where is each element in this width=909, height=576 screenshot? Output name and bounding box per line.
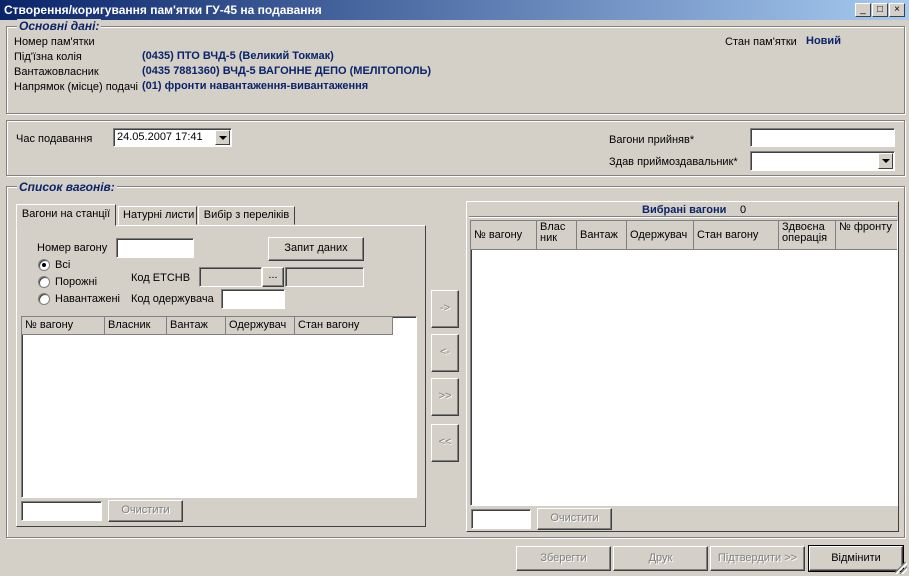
grid-header: № вагону Влас ник Вантаж Одержувач Стан … [471, 221, 897, 250]
column-header[interactable]: Одержувач [627, 221, 694, 249]
etsnv-browse-button[interactable]: ... [262, 267, 284, 287]
accepted-label: Вагони прийняв* [609, 134, 695, 146]
column-header[interactable]: Одержувач [226, 317, 295, 334]
confirm-button[interactable]: Підтвердити >> [710, 546, 805, 571]
receiver-code-label: Код одержувача [131, 293, 214, 305]
memo-status-value: Новий [806, 35, 841, 47]
selected-wagons-grid[interactable]: № вагону Влас ник Вантаж Одержувач Стан … [470, 220, 898, 506]
column-header[interactable]: Власник [105, 317, 167, 334]
receiver-code-input[interactable] [221, 289, 285, 309]
chevron-down-icon[interactable] [878, 153, 893, 169]
radio-empty[interactable] [38, 276, 50, 288]
etsnv-label: Код ЕТСНВ [131, 272, 191, 284]
basic-data-legend: Основні дані: [17, 19, 102, 33]
radio-loaded[interactable] [38, 293, 50, 305]
wagon-number-label: Номер вагону [37, 242, 108, 254]
radio-all[interactable] [38, 259, 50, 271]
title-bar: Створення/коригування пам'ятки ГУ-45 на … [0, 0, 909, 20]
station-wagons-grid[interactable]: № вагону Власник Вантаж Одержувач Стан в… [21, 316, 417, 498]
column-header[interactable]: Стан вагону [295, 317, 393, 334]
confirm-label: Підтвердити >> [717, 552, 798, 564]
cancel-label: Відмінити [831, 552, 881, 564]
radio-all-label: Всі [55, 259, 71, 271]
memo-status-label: Стан пам'ятки [725, 36, 797, 48]
move-all-right-label: >> [438, 390, 452, 402]
move-all-left-button[interactable]: << [431, 424, 459, 462]
grid-header: № вагону Власник Вантаж Одержувач Стан в… [22, 317, 393, 335]
delivery-time-value: 24.05.2007 17:41 [117, 131, 203, 143]
wagon-number-input[interactable] [116, 238, 194, 258]
window-title: Створення/коригування пам'ятки ГУ-45 на … [4, 3, 322, 17]
tab-wagons-at-station[interactable]: Вагони на станції [16, 204, 116, 226]
browse-label: ... [268, 269, 278, 281]
save-button[interactable]: Зберегти [516, 546, 611, 571]
owner-label: Вантажовласник [14, 66, 99, 78]
move-left-label: <- [439, 346, 451, 358]
move-left-button[interactable]: <- [431, 334, 459, 372]
track-label: Під'їзна колія [14, 51, 82, 63]
column-header[interactable]: № фронту [836, 221, 896, 249]
delivery-time-combo[interactable]: 24.05.2007 17:41 [113, 128, 232, 147]
request-data-label: Запит даних [284, 242, 348, 254]
column-header[interactable]: № вагону [471, 221, 537, 249]
tab-label: Вибір з переліків [203, 209, 290, 221]
tab-label: Вагони на станції [21, 208, 111, 220]
wagon-list-legend: Список вагонів: [17, 180, 117, 194]
move-all-right-button[interactable]: >> [431, 378, 459, 416]
left-filter-input[interactable] [21, 501, 102, 521]
etsnv-name-field [285, 267, 364, 287]
tab-label: Натурні листи [123, 209, 195, 221]
owner-value: (0435 7881360) ВЧД-5 ВАГОННЕ ДЕПО (МЕЛІТ… [142, 65, 432, 77]
column-header[interactable]: Стан вагону [694, 221, 779, 249]
clear-label: Очистити [550, 512, 599, 524]
tab-natural-sheets[interactable]: Натурні листи [118, 206, 197, 225]
selected-wagons-count: 0 [738, 204, 749, 216]
column-header[interactable]: Вантаж [577, 221, 627, 249]
radio-loaded-label: Навантажені [55, 293, 121, 305]
chevron-down-icon[interactable] [215, 130, 230, 145]
move-right-label: -> [439, 302, 451, 314]
direction-value: (01) фронти навантаження-вивантаження [142, 80, 369, 92]
selected-wagons-title: Вибрані вагони [640, 204, 729, 216]
column-header[interactable]: Вантаж [167, 317, 226, 334]
print-label: Друк [648, 552, 673, 564]
resize-grip-icon[interactable] [895, 562, 907, 574]
direction-label: Напрямок (місце) подачі [14, 81, 139, 93]
delivery-time-label: Час подавання [16, 133, 93, 145]
accepted-input[interactable] [750, 128, 895, 147]
column-header[interactable]: Здвоєна операція [779, 221, 836, 249]
column-header[interactable]: Влас ник [537, 221, 577, 249]
tab-select-from-lists[interactable]: Вибір з переліків [198, 206, 295, 225]
cancel-button[interactable]: Відмінити [808, 545, 904, 572]
save-label: Зберегти [540, 552, 587, 564]
move-all-left-label: << [438, 436, 452, 448]
handed-label: Здав приймоздавальник* [609, 156, 738, 168]
right-clear-button[interactable]: Очистити [537, 508, 612, 530]
print-button[interactable]: Друк [613, 546, 708, 571]
memo-number-label: Номер пам'ятки [14, 36, 95, 48]
track-value: (0435) ПТО ВЧД-5 (Великий Токмак) [142, 50, 334, 62]
etsnv-code-field [199, 267, 262, 287]
move-right-button[interactable]: -> [431, 290, 459, 328]
maximize-icon[interactable]: □ [872, 3, 888, 17]
left-clear-button[interactable]: Очистити [108, 500, 183, 522]
radio-empty-label: Порожні [55, 276, 98, 288]
column-header[interactable]: № вагону [22, 317, 105, 334]
clear-label: Очистити [121, 504, 170, 516]
request-data-button[interactable]: Запит даних [268, 237, 364, 261]
minimize-icon[interactable]: _ [855, 3, 871, 17]
right-filter-input[interactable] [471, 509, 531, 529]
close-icon[interactable]: × [889, 3, 905, 17]
handed-combo[interactable] [750, 151, 895, 171]
